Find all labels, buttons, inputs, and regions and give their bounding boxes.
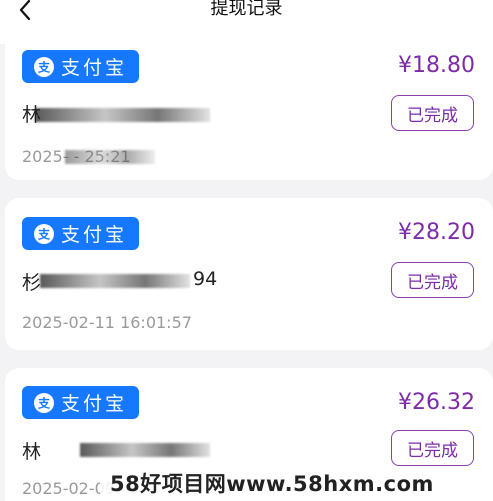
svg-text:支: 支 <box>37 60 51 74</box>
withdrawal-record-card[interactable]: 支 支付宝 ¥18.80 已完成 林 2025- - 25:21 <box>5 22 493 180</box>
page-title: 提现记录 <box>210 0 283 19</box>
svg-text:支: 支 <box>37 227 51 241</box>
payment-method-label: 支付宝 <box>61 224 128 246</box>
svg-text:支: 支 <box>37 396 51 410</box>
privacy-mask <box>40 274 190 288</box>
status-completed-button[interactable]: 已完成 <box>391 262 474 298</box>
status-completed-button[interactable]: 已完成 <box>391 95 474 131</box>
payment-method-label: 支付宝 <box>61 57 128 79</box>
account-name: 杉 <box>22 268 41 295</box>
account-suffix: 94 <box>193 268 217 290</box>
payment-method-badge: 支 支付宝 <box>22 50 139 83</box>
account-name-text: 林 <box>22 441 42 463</box>
withdrawal-amount: ¥26.32 <box>398 390 475 415</box>
account-name: 林 <box>22 437 41 464</box>
alipay-logo-icon: 支 <box>34 392 54 413</box>
payment-method-label: 支付宝 <box>61 393 128 415</box>
alipay-logo-icon: 支 <box>34 56 54 77</box>
account-name-text: 林 <box>22 104 42 126</box>
privacy-mask <box>35 108 210 122</box>
withdrawal-time: 2025-02-11 16:01:57 <box>22 313 192 332</box>
account-name: 林 <box>22 100 41 127</box>
account-name-text: 杉 <box>22 272 42 294</box>
privacy-mask <box>80 443 210 457</box>
site-watermark: 58好项目网www.58hxm.com <box>100 468 493 498</box>
withdrawal-record-card[interactable]: 支 支付宝 ¥28.20 已完成 杉 94 2025-02-11 16:01:5… <box>5 198 493 350</box>
withdrawal-amount: ¥28.20 <box>398 220 475 245</box>
alipay-logo-icon: 支 <box>34 223 54 244</box>
status-completed-button[interactable]: 已完成 <box>391 430 474 466</box>
account-suffix-text: 94 <box>193 268 218 290</box>
payment-method-badge: 支 支付宝 <box>22 386 139 419</box>
payment-method-badge: 支 支付宝 <box>22 217 139 250</box>
privacy-mask <box>65 150 155 164</box>
withdrawal-amount: ¥18.80 <box>398 53 475 78</box>
